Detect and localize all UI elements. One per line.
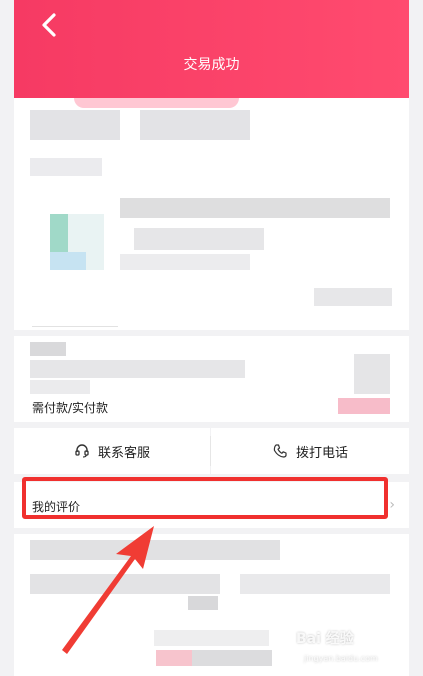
- watermark-logo: Bai 经验: [296, 631, 354, 647]
- watermark-url: jingyan.baidu.com: [304, 654, 378, 663]
- annotation-arrow: [62, 526, 154, 654]
